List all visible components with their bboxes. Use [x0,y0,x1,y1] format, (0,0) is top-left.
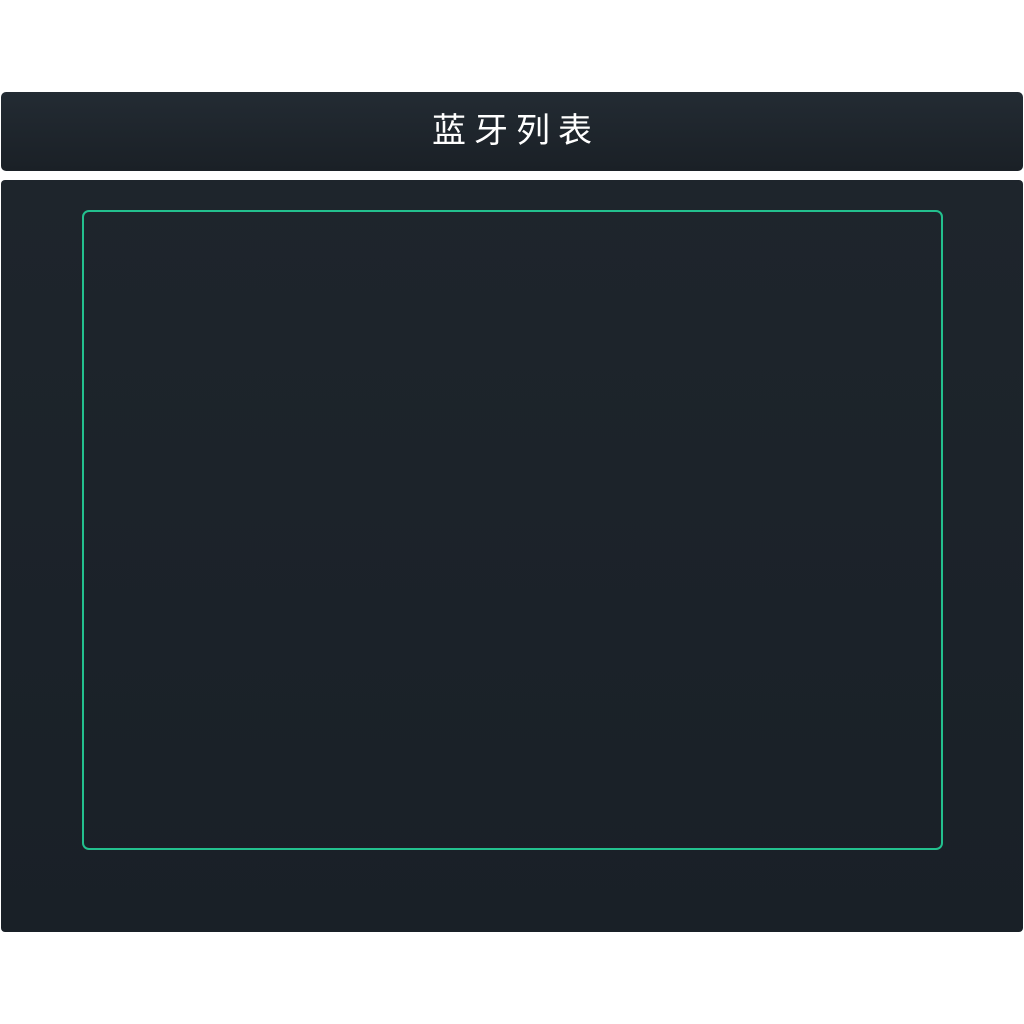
page-title: 蓝牙列表 [432,110,600,151]
device-list-body [84,212,941,848]
bluetooth-device-list[interactable] [82,210,943,850]
title-bar: 蓝牙列表 [1,92,1023,171]
content-panel [1,180,1023,932]
bluetooth-list-screen: 蓝牙列表 [0,0,1024,1024]
